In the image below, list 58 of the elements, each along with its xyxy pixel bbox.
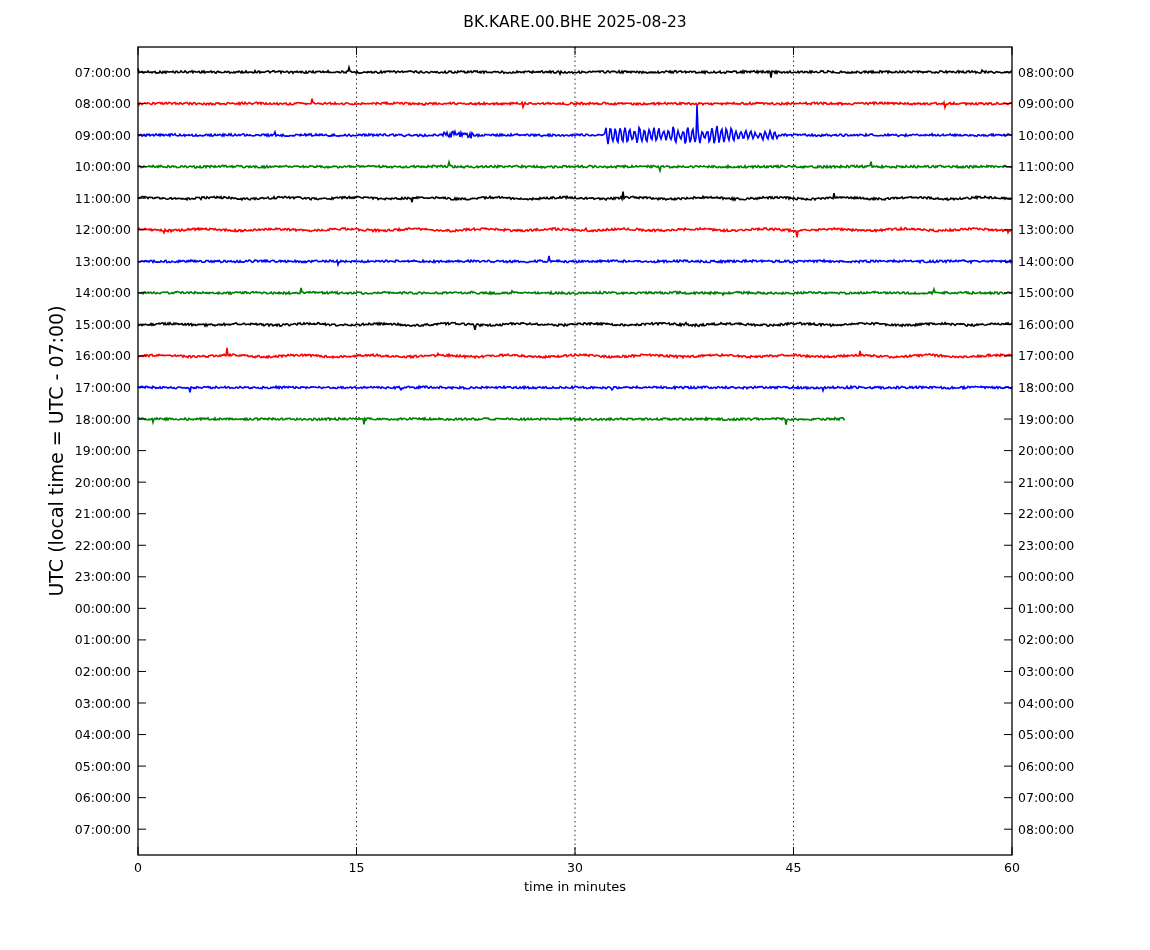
- hour-label: 08:00:00: [74, 96, 131, 112]
- hour-label: 11:00:00: [1018, 159, 1075, 175]
- hour-label: 18:00:00: [74, 411, 131, 427]
- hour-label: 03:00:00: [1018, 663, 1075, 679]
- minute-tick-label: 45: [785, 860, 802, 875]
- hour-label: 20:00:00: [1018, 443, 1075, 459]
- plot-title: BK.KARE.00.BHE 2025-08-23: [463, 13, 687, 31]
- hour-label: 06:00:00: [74, 790, 131, 806]
- hour-label: 23:00:00: [74, 569, 131, 585]
- hour-label: 22:00:00: [74, 537, 131, 553]
- hour-label: 01:00:00: [74, 632, 131, 648]
- hour-label: 00:00:00: [1018, 569, 1075, 585]
- hour-label: 19:00:00: [74, 443, 131, 459]
- hour-label: 02:00:00: [1018, 632, 1075, 648]
- hour-label: 12:00:00: [1018, 190, 1075, 206]
- hour-label: 18:00:00: [1018, 380, 1075, 395]
- hour-label: 15:00:00: [74, 316, 131, 332]
- hour-label: 19:00:00: [1018, 411, 1075, 427]
- hour-label: 13:00:00: [1018, 222, 1075, 238]
- hour-label: 10:00:00: [74, 159, 131, 175]
- hour-label: 05:00:00: [74, 758, 131, 774]
- hour-label: 06:00:00: [1018, 758, 1075, 774]
- hour-label: 02:00:00: [74, 663, 131, 679]
- hour-label: 23:00:00: [1018, 537, 1075, 553]
- hour-label: 10:00:00: [1018, 127, 1075, 143]
- hour-label: 20:00:00: [74, 474, 131, 490]
- hour-label: 15:00:00: [1018, 285, 1075, 301]
- hour-label: 11:00:00: [74, 190, 131, 206]
- hour-label: 09:00:00: [1018, 96, 1075, 112]
- hour-label: 16:00:00: [74, 348, 131, 364]
- hour-label: 07:00:00: [1018, 790, 1075, 806]
- hour-label: 13:00:00: [74, 253, 131, 269]
- hour-label: 07:00:00: [74, 64, 131, 80]
- hour-label: 03:00:00: [74, 695, 131, 711]
- minute-tick-label: 60: [1004, 860, 1020, 875]
- hour-label: 08:00:00: [1018, 821, 1075, 837]
- hour-label: 21:00:00: [74, 506, 131, 522]
- hour-label: 01:00:00: [1018, 600, 1075, 616]
- hour-label: 04:00:00: [74, 727, 131, 743]
- hour-label: 05:00:00: [1018, 727, 1075, 743]
- minute-tick-label: 30: [567, 860, 583, 875]
- hour-label: 17:00:00: [74, 380, 131, 395]
- minute-tick-label: 0: [134, 860, 142, 875]
- minute-tick-label: 15: [348, 860, 365, 875]
- y-axis-label: UTC (local time = UTC - 07:00): [45, 305, 67, 597]
- hour-label: 16:00:00: [1018, 316, 1075, 332]
- hour-label: 00:00:00: [74, 600, 131, 616]
- hour-label: 22:00:00: [1018, 506, 1075, 522]
- hour-label: 09:00:00: [74, 127, 131, 143]
- hour-label: 17:00:00: [1018, 348, 1075, 364]
- x-axis-label: time in minutes: [523, 879, 627, 894]
- hour-label: 08:00:00: [1018, 64, 1075, 80]
- hour-label: 12:00:00: [74, 222, 131, 238]
- hour-label: 14:00:00: [1018, 253, 1075, 269]
- hour-label: 14:00:00: [74, 285, 131, 301]
- hour-label: 21:00:00: [1018, 474, 1075, 490]
- hour-label: 07:00:00: [74, 821, 131, 837]
- hour-label: 04:00:00: [1018, 695, 1075, 711]
